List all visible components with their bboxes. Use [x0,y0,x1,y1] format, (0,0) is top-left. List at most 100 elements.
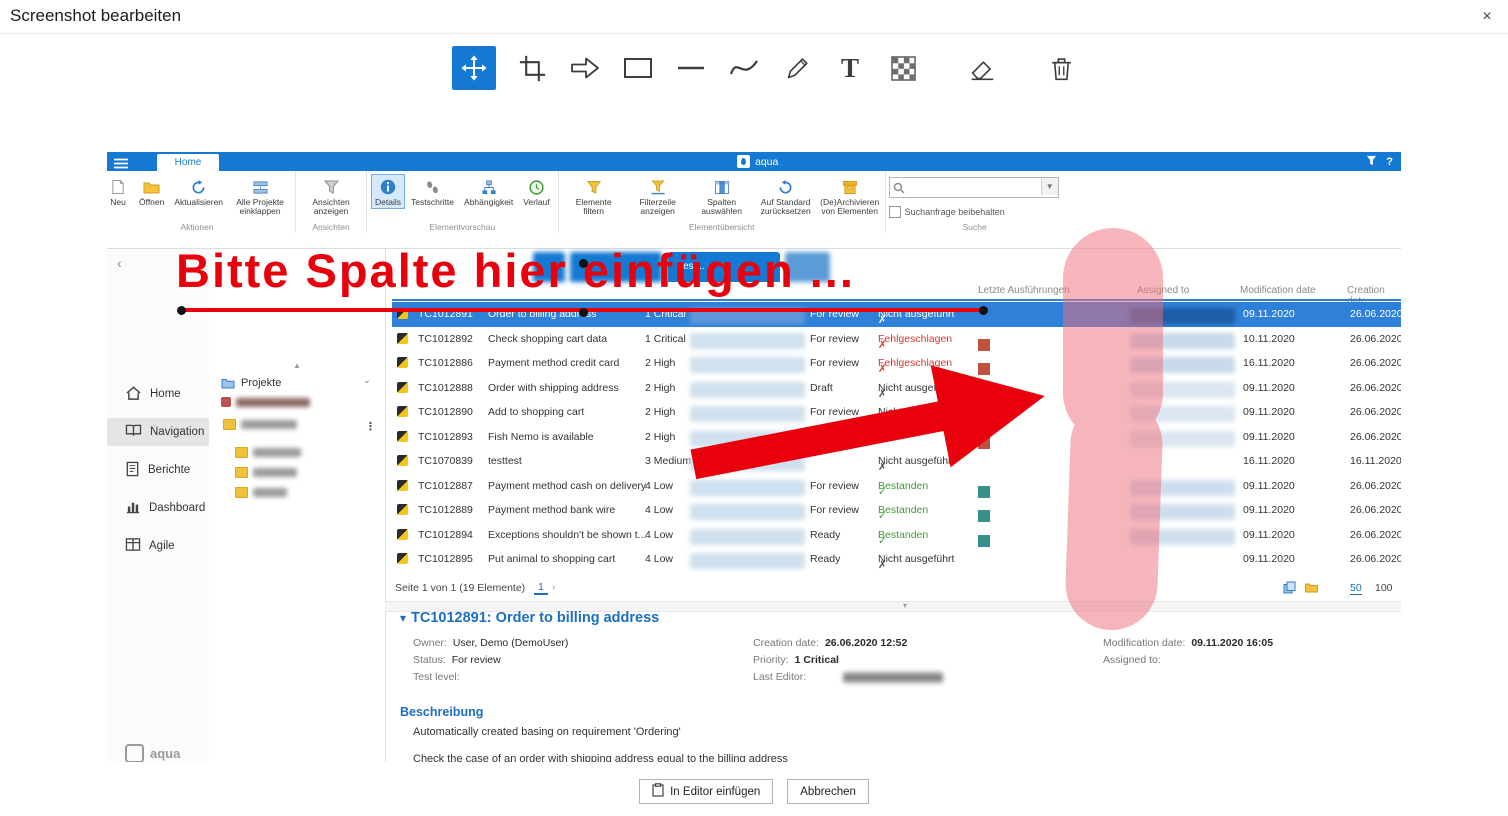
ribbon-button-refresh[interactable]: Aktualisieren [170,174,227,209]
description-heading: Beschreibung [400,705,483,719]
help-icon[interactable]: ? [1386,156,1393,168]
page-size-50[interactable]: 50 [1350,582,1362,595]
tab-home[interactable]: Home [157,154,219,171]
table-row[interactable]: TC1012894Exceptions shouldn't be shown t… [392,523,1401,548]
sidebar: ‹ HomeNavigationBerichteDashboardAgile a… [107,249,210,762]
project-tree-item[interactable] [235,487,287,498]
selection-handle[interactable] [579,308,588,317]
sidebar-item-navigation[interactable]: Navigation [107,418,209,446]
creation-date: 26.06.2020 [1350,357,1401,369]
chevron-down-icon[interactable]: ⌄ [363,375,371,386]
priority: 4 Low [645,504,673,516]
project-tree-item[interactable] [235,447,301,458]
column-header[interactable]: Letzte Ausführungen [978,285,1070,296]
reset-icon [778,178,793,196]
modification-date: 09.11.2020 [1243,431,1295,443]
keep-search-checkbox[interactable]: Suchanfrage beibehalten [889,206,1061,218]
cancel-button[interactable]: Abbrechen [787,779,869,804]
eraser-tool[interactable] [965,51,999,85]
testcase-id: TC1012890 [418,406,473,418]
ribbon-button-filter[interactable]: Elemente filtern [563,174,625,219]
crop-tool[interactable] [515,51,549,85]
sidebar-item-berichte[interactable]: Berichte [107,456,209,484]
prev-page-icon[interactable]: ‹ [516,581,520,593]
arrow-tool[interactable] [568,51,602,85]
ribbon-button-collapse-all[interactable]: Alle Projekte einklappen [229,174,291,219]
execution-square-pass [978,486,990,498]
next-page-icon[interactable]: › [552,581,556,593]
testcase-icon [397,480,408,491]
folder-small-icon[interactable] [1305,582,1318,596]
ribbon-button-dependency[interactable]: Abhängigkeit [460,174,517,209]
ribbon-button-test-steps[interactable]: Testschritte [407,174,458,209]
collapse-icon[interactable]: ▾ [400,611,406,625]
testcase-name: testtest [488,455,522,467]
project-tree-item[interactable] [223,419,297,430]
table-row[interactable]: TC1012895Put animal to shopping cart4 Lo… [392,547,1401,572]
sidebar-collapse-icon[interactable]: ‹ [117,255,122,271]
blurred-value [843,672,943,683]
testcase-name: Exceptions shouldn't be shown t... [488,529,646,541]
project-tree-item[interactable] [221,397,310,407]
pixelate-tool[interactable] [886,51,920,85]
collapse-all-icon [253,178,268,196]
testcase-icon [397,333,408,344]
ribbon-button-folder-open[interactable]: Öffnen [135,174,168,209]
detail-field: Modification date:09.11.2020 16:05 [1103,637,1273,649]
project-tree-item[interactable] [235,467,297,478]
folder-icon [221,377,235,389]
testcase-name: Add to shopping cart [488,406,584,418]
table-row[interactable]: TC1012891Order to billing address1 Criti… [392,302,1401,327]
page-number[interactable]: 1 [534,581,548,595]
ribbon-button-new-page[interactable]: Neu [107,174,133,209]
ribbon-button-columns[interactable]: Spalten auswählen [691,174,753,219]
pagination-info: Seite 1 von 1 (19 Elemente) [395,582,525,594]
modification-date: 16.11.2020 [1243,455,1295,467]
curve-tool[interactable] [727,51,761,85]
ribbon-button-filter-row[interactable]: Filterzeile anzeigen [627,174,689,219]
sidebar-item-home[interactable]: Home [107,380,209,408]
pen-tool[interactable] [780,51,814,85]
ribbon-button-views[interactable]: Ansichten anzeigen [300,174,362,219]
modification-date: 09.11.2020 [1243,308,1295,320]
export-icon[interactable] [1283,581,1296,597]
page-size-100[interactable]: 100 [1375,582,1393,594]
filter-icon [586,178,602,196]
creation-date: 16.11.2020 [1350,455,1401,467]
ribbon-button-info[interactable]: Details [371,174,405,209]
move-tool[interactable] [452,46,496,90]
ribbon-button-archive[interactable]: (De)Archivieren von Elementen [819,174,881,219]
line-tool[interactable] [674,51,708,85]
search-dropdown-icon[interactable]: ▼ [1041,178,1058,195]
ribbon-button-history[interactable]: Verlauf [519,174,553,209]
aqua-app-title: aqua [737,155,778,168]
sidebar-item-agile[interactable]: Agile [107,532,209,560]
pin-icon[interactable] [1366,155,1377,169]
table-row[interactable]: TC1012889Payment method bank wire4 LowFo… [392,498,1401,523]
column-header[interactable]: Modification date [1240,285,1316,296]
checkbox-icon[interactable] [889,206,901,218]
more-options-icon[interactable]: ⋮ [365,420,376,433]
modification-date: 09.11.2020 [1243,480,1295,492]
table-row[interactable]: TC1012892Check shopping cart data1 Criti… [392,327,1401,352]
last-result: ✓Bestanden [878,504,928,516]
text-tool[interactable]: T [833,51,867,85]
ribbon-group: NeuÖffnenAktualisierenAlle Projekte eink… [107,171,296,233]
scroll-up-icon[interactable]: ▲ [293,361,301,370]
rectangle-tool[interactable] [621,51,655,85]
rotation-handle[interactable] [579,259,588,268]
detail-title: ▾TC1012891: Order to billing address [400,610,659,626]
sidebar-item-dashboard[interactable]: Dashboard [107,494,209,522]
annotation-text[interactable]: Bitte Spalte hier einfügen ... [176,243,855,298]
modification-date: 09.11.2020 [1243,406,1295,418]
trash-tool[interactable] [1044,51,1078,85]
selection-handle[interactable] [979,306,988,315]
aqua-logo-icon [737,155,750,168]
ribbon-button-reset[interactable]: Auf Standard zurücksetzen [755,174,817,219]
close-icon[interactable]: × [1476,6,1498,28]
insert-in-editor-button[interactable]: In Editor einfügen [639,779,773,804]
detail-field: Assigned to: [1103,654,1167,666]
ribbon-group-search: ▼Suchanfrage beibehaltenSuche [886,171,1064,233]
search-input[interactable] [908,179,1038,196]
selection-handle[interactable] [177,306,186,315]
